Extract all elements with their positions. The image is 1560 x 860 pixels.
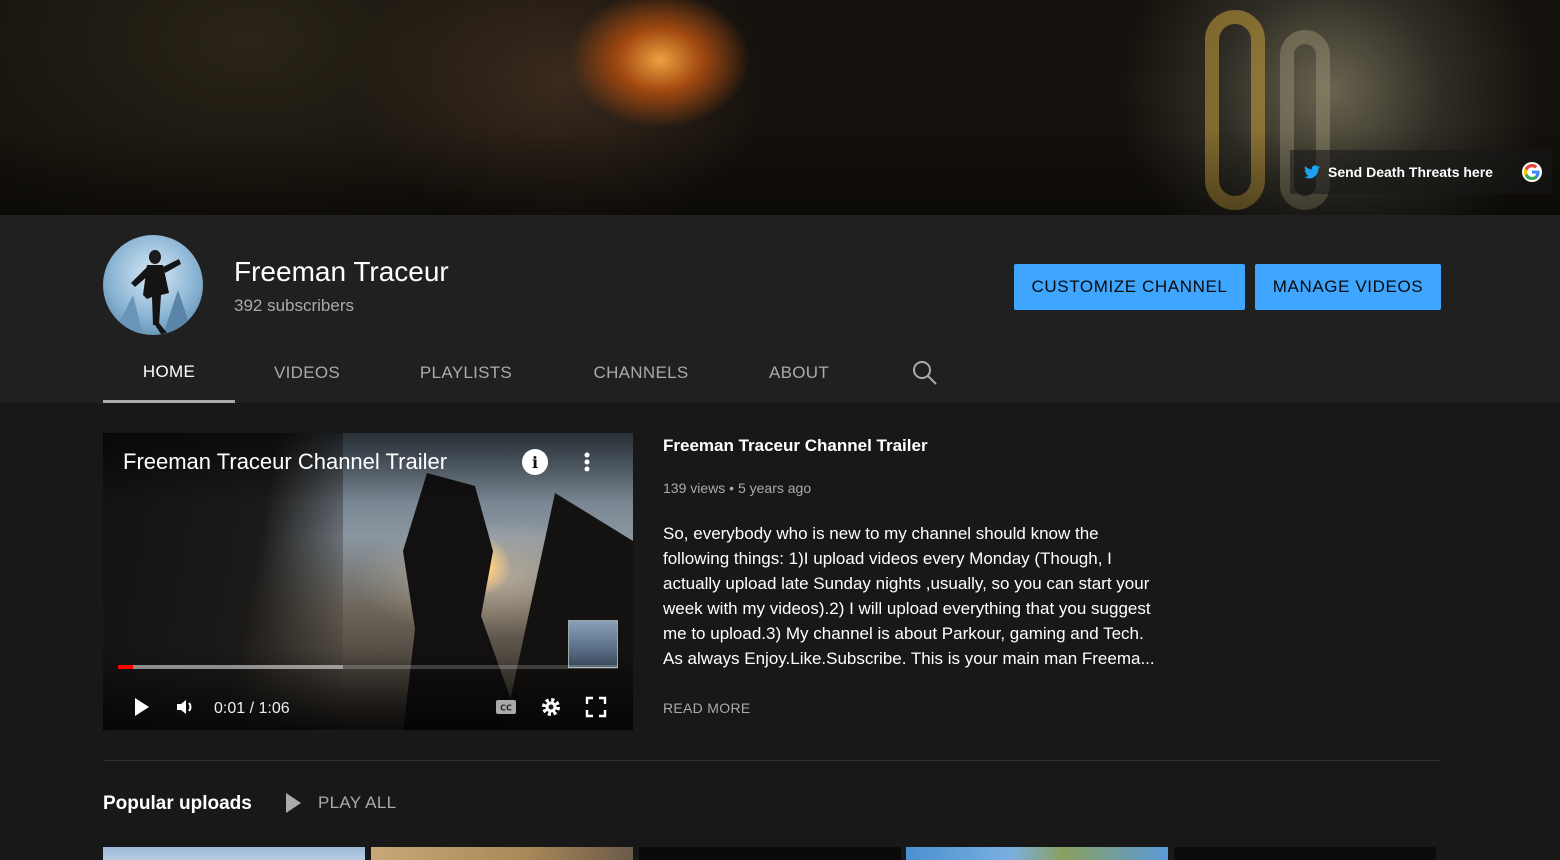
tab-channels[interactable]: CHANNELS: [553, 343, 729, 403]
video-progress-bar[interactable]: [118, 665, 618, 669]
tab-home[interactable]: HOME: [103, 343, 235, 403]
progress-loaded: [118, 665, 343, 669]
video-thumbnail[interactable]: [1174, 847, 1436, 860]
description-paragraph: So, everybody who is new to my channel s…: [663, 524, 1151, 643]
trailer-age: 5 years ago: [737, 480, 812, 496]
video-thumbnail[interactable]: [103, 847, 365, 860]
endscreen-video-thumbnail[interactable]: [568, 620, 618, 668]
meta-separator: •: [729, 480, 738, 496]
play-icon[interactable]: [129, 695, 153, 719]
svg-text:CC: CC: [500, 704, 512, 713]
info-icon[interactable]: i: [522, 449, 548, 475]
read-more-link[interactable]: READ MORE: [663, 700, 751, 716]
captions-icon[interactable]: CC: [494, 695, 518, 719]
video-thumbnail[interactable]: [371, 847, 633, 860]
channel-banner: Send Death Threats here: [0, 0, 1560, 215]
banner-links[interactable]: Send Death Threats here: [1290, 150, 1552, 194]
play-all-label[interactable]: PLAY ALL: [318, 793, 396, 813]
fullscreen-icon[interactable]: [584, 695, 608, 719]
section-divider: [103, 760, 1441, 761]
video-time: 0:01 / 1:06: [214, 700, 290, 717]
trailer-description: So, everybody who is new to my channel s…: [663, 521, 1168, 671]
tab-playlists[interactable]: PLAYLISTS: [379, 343, 553, 403]
trailer-video-player[interactable]: Freeman Traceur Channel Trailer i 0:01 /…: [103, 433, 633, 730]
channel-tabs: HOME VIDEOS PLAYLISTS CHANNELS ABOUT: [103, 343, 937, 403]
video-thumbnail[interactable]: [906, 847, 1168, 860]
play-all-button[interactable]: PLAY ALL: [284, 792, 396, 814]
avatar-figure-icon: [113, 250, 193, 335]
description-paragraph: As always Enjoy.Like.Subscribe. This is …: [663, 649, 1155, 668]
banner-link-label[interactable]: Send Death Threats here: [1328, 164, 1493, 180]
trailer-meta: 139 views • 5 years ago: [663, 480, 811, 496]
google-icon[interactable]: [1522, 162, 1542, 182]
tab-about[interactable]: ABOUT: [729, 343, 869, 403]
trailer-title[interactable]: Freeman Traceur Channel Trailer: [663, 436, 928, 456]
popular-uploads-title[interactable]: Popular uploads: [103, 793, 252, 815]
progress-played: [118, 665, 133, 669]
trailer-views: 139 views: [663, 480, 726, 496]
twitter-icon: [1304, 165, 1320, 179]
settings-gear-icon[interactable]: [539, 695, 563, 719]
player-video-title[interactable]: Freeman Traceur Channel Trailer: [123, 449, 447, 475]
manage-videos-button[interactable]: MANAGE VIDEOS: [1255, 264, 1441, 310]
tab-videos[interactable]: VIDEOS: [235, 343, 379, 403]
video-thumbnail[interactable]: [639, 847, 901, 860]
channel-avatar[interactable]: [103, 235, 203, 335]
volume-icon[interactable]: [173, 695, 197, 719]
search-icon[interactable]: [911, 359, 939, 387]
channel-name: Freeman Traceur: [234, 256, 449, 287]
customize-channel-button[interactable]: CUSTOMIZE CHANNEL: [1014, 264, 1245, 310]
more-options-icon[interactable]: [579, 451, 595, 475]
play-icon: [286, 793, 301, 813]
subscriber-count: 392 subscribers: [234, 296, 355, 315]
